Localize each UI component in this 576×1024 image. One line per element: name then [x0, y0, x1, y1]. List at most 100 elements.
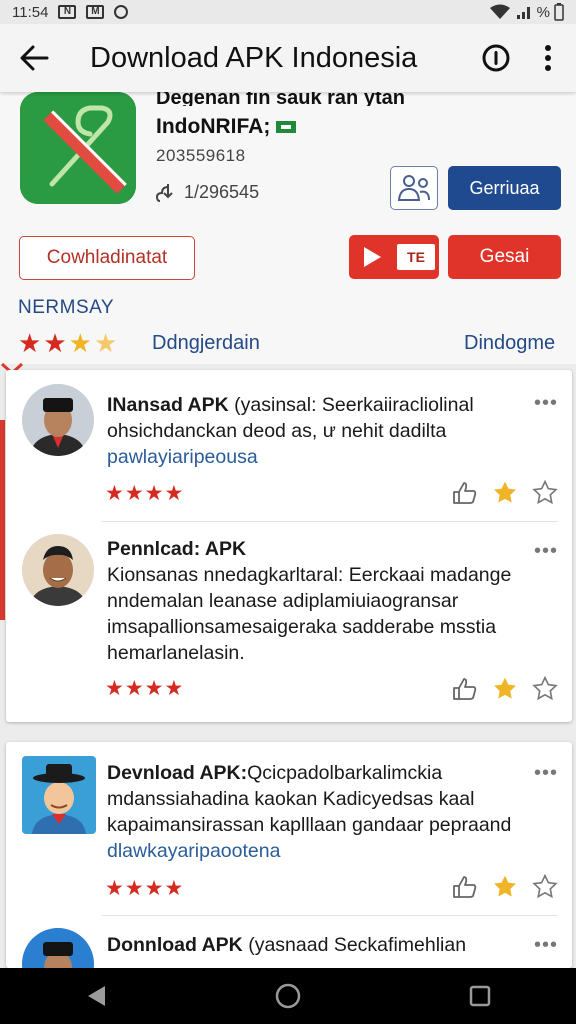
- smiling-man-avatar-icon: [22, 534, 94, 606]
- share-button[interactable]: [390, 166, 438, 210]
- star-outline-icon: [532, 874, 558, 899]
- review-more-icon[interactable]: •••: [534, 392, 558, 415]
- cartoon-man-hat-avatar-icon: [22, 756, 96, 834]
- overflow-menu-button[interactable]: [520, 24, 576, 92]
- thumbs-up-icon: [453, 482, 477, 504]
- video-button[interactable]: TE: [349, 235, 439, 279]
- sync-icon: [114, 5, 129, 19]
- reviewer-avatar: [22, 384, 94, 456]
- recents-square-icon: [469, 985, 491, 1007]
- star-half-icon: ★: [93, 328, 118, 358]
- star-outline-button[interactable]: [532, 874, 558, 900]
- thumbs-up-button[interactable]: [452, 481, 478, 505]
- app-name: Degenan fin sauk ran ytan IndoNRIFA;: [156, 92, 556, 140]
- star-rate-button[interactable]: [492, 480, 518, 506]
- section-label: NERMSAY: [18, 297, 115, 318]
- download-count-text: 1/296545: [184, 182, 260, 202]
- review-link[interactable]: dlawkayaripaootena: [107, 840, 280, 862]
- review-item: INansad APK (yasinsal: Seerkaiiracliolin…: [6, 370, 572, 520]
- more-link[interactable]: Dindogme: [464, 332, 555, 355]
- video-tag: TE: [397, 244, 435, 270]
- page-title: Download APK Indonesia: [90, 41, 418, 74]
- review-more-icon[interactable]: •••: [534, 762, 558, 785]
- review-body: (yasnaad Seckafimehlian: [242, 934, 467, 956]
- side-accent: [0, 420, 5, 620]
- app-name-line2: IndoNRIFA;: [156, 115, 271, 138]
- man-with-peci-avatar-icon: [22, 384, 94, 456]
- star-filled-icon: ★: [43, 328, 67, 358]
- app-logo-icon: [20, 92, 136, 204]
- review-link[interactable]: pawlayiaripeousa: [107, 446, 258, 468]
- developer-link[interactable]: Ddngjerdain: [152, 332, 260, 355]
- star-filled-icon: ★: [68, 328, 92, 358]
- notification-n-icon: N: [58, 5, 77, 19]
- status-time: 11:54: [12, 3, 49, 21]
- status-bar: 11:54 N M %: [0, 0, 576, 24]
- review-text: INansad APK (yasinsal: Seerkaiiracliolin…: [107, 392, 542, 470]
- header-rating: ★ ★ ★ ★: [18, 330, 117, 356]
- review-stars: ★★★★: [105, 677, 185, 700]
- reviewer-avatar: [22, 928, 94, 968]
- star-filled-icon: ★: [18, 328, 42, 358]
- star-filled-icon: [494, 677, 516, 699]
- star-outline-icon: [532, 480, 558, 505]
- star-outline-button[interactable]: [532, 480, 558, 506]
- nav-back-button[interactable]: [66, 968, 126, 1024]
- users-icon: [397, 175, 430, 201]
- thumbs-up-button[interactable]: [452, 875, 478, 899]
- back-triangle-icon: [88, 986, 105, 1006]
- review-text: Pennlcad: APK Kionsanas nnedagkarltaral:…: [107, 536, 542, 666]
- review-stars: ★★★★: [105, 877, 185, 900]
- thumbs-up-icon: [453, 678, 477, 700]
- review-title: Donnload APK: [107, 934, 243, 956]
- home-circle-icon: [275, 983, 301, 1009]
- star-rate-button[interactable]: [492, 676, 518, 702]
- app-bar: Download APK Indonesia: [0, 24, 576, 92]
- thumbs-up-button[interactable]: [452, 677, 478, 701]
- review-more-icon[interactable]: •••: [534, 540, 558, 563]
- reviewer-avatar: [22, 534, 94, 606]
- app-logo: [20, 92, 136, 204]
- download-icon: [156, 183, 173, 202]
- review-card: Devnload APK:Qcicpadolbarkalimckia mdans…: [6, 742, 572, 968]
- system-nav-bar: [0, 968, 576, 1024]
- star-filled-icon: [494, 481, 516, 503]
- app-name-line1: Degenan fin sauk ran ytan: [156, 92, 405, 106]
- battery-icon: [554, 3, 564, 21]
- review-text: Donnload APK (yasnaad Seckafimehlian: [107, 932, 542, 958]
- download-outline-button[interactable]: Cowhladinatat: [19, 236, 195, 280]
- review-body: Kionsanas nnedagkarltaral: Eerckaai mada…: [107, 564, 512, 664]
- star-outline-icon: [532, 676, 558, 701]
- signal-icon: [516, 7, 530, 19]
- star-outline-button[interactable]: [532, 676, 558, 702]
- primary-action-button[interactable]: Gerriuaa: [448, 166, 561, 210]
- review-item: Devnload APK:Qcicpadolbarkalimckia mdans…: [6, 742, 572, 914]
- review-more-icon[interactable]: •••: [534, 934, 558, 957]
- review-text: Devnload APK:Qcicpadolbarkalimckia mdans…: [107, 760, 542, 864]
- review-actions: [452, 874, 558, 900]
- info-circle-icon: [482, 44, 510, 72]
- review-card: INansad APK (yasinsal: Seerkaiiracliolin…: [6, 370, 572, 722]
- notification-m-icon: M: [86, 5, 105, 19]
- more-vert-icon: [545, 45, 551, 71]
- back-button[interactable]: [0, 24, 68, 92]
- reviewer-avatar: [22, 756, 96, 834]
- star-rate-button[interactable]: [492, 874, 518, 900]
- review-title: INansad APK: [107, 394, 229, 416]
- play-icon: [364, 247, 381, 267]
- review-actions: [452, 676, 558, 702]
- review-actions: [452, 480, 558, 506]
- man-with-peci-avatar-2-icon: [22, 928, 94, 968]
- info-button[interactable]: [472, 24, 520, 92]
- nav-home-button[interactable]: [258, 968, 318, 1024]
- red-action-button[interactable]: Gesai: [448, 235, 561, 279]
- review-title: Pennlcad: APK: [107, 538, 247, 560]
- download-count: 1/296545: [156, 182, 259, 203]
- flag-badge-icon: [276, 121, 297, 134]
- app-header: Degenan fin sauk ran ytan IndoNRIFA; 203…: [0, 92, 576, 376]
- nav-recents-button[interactable]: [450, 968, 510, 1024]
- wifi-icon: [489, 4, 510, 19]
- review-stars: ★★★★: [105, 482, 185, 505]
- review-item: Pennlcad: APK Kionsanas nnedagkarltaral:…: [6, 522, 572, 722]
- thumbs-up-icon: [453, 876, 477, 898]
